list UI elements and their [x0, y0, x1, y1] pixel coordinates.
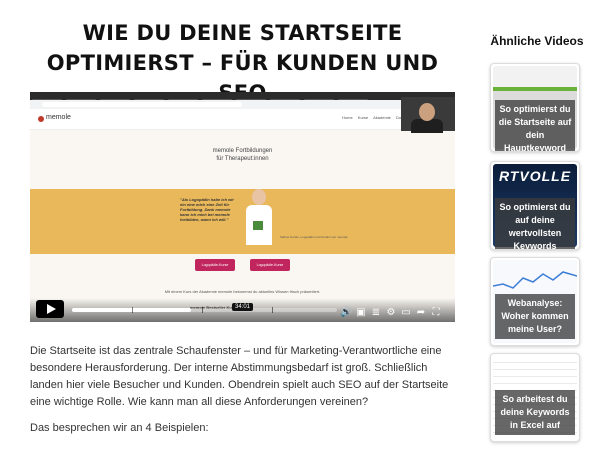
pip-icon[interactable]: ▭	[400, 307, 412, 319]
thumbnail-text: RTVOLLE	[498, 168, 572, 184]
timecode-tooltip: 34:01	[232, 303, 254, 311]
video-player[interactable]: memole Home Kurse Akademie Dozenten memo…	[30, 92, 455, 322]
related-video-card[interactable]: So arbeitest du deine Keywords in Excel …	[490, 353, 580, 442]
settings-icon[interactable]: ⚙	[385, 307, 397, 319]
site-cta-button-2: Logopädie-Kurse	[250, 259, 290, 271]
related-video-card[interactable]: Webanalyse: Woher kommen meine User?	[490, 257, 580, 346]
webcam-overlay	[401, 97, 455, 133]
play-icon	[47, 304, 56, 314]
website-preview: memole Home Kurse Akademie Dozenten memo…	[30, 109, 455, 322]
related-video-card[interactable]: RTVOLLE So optimierst du auf deine wertv…	[490, 161, 580, 250]
analytics-chart-icon	[493, 271, 577, 289]
play-button[interactable]	[36, 300, 64, 318]
transcript-icon[interactable]: ≣	[370, 307, 382, 319]
related-video-label: Webanalyse: Woher kommen meine User?	[495, 294, 575, 339]
progress-bar[interactable]: 34:01	[72, 303, 337, 313]
share-icon[interactable]: ➦	[415, 307, 427, 319]
captions-icon[interactable]: ▣	[355, 307, 367, 319]
browser-address-bar	[30, 100, 455, 109]
related-video-label: So arbeitest du deine Keywords in Excel …	[495, 390, 575, 435]
related-video-label: So optimierst du auf deine wertvollsten …	[495, 198, 575, 249]
article-title-line1: WIE DU DEINE STARTSEITE	[82, 21, 403, 45]
person-photo	[243, 187, 275, 245]
related-video-card[interactable]: So optimierst du die Startseite auf dein…	[490, 63, 580, 152]
memole-logo-icon	[38, 116, 44, 122]
person-caption: Sabine Kunde, Logopädin und Kundin von m…	[280, 235, 348, 239]
fullscreen-icon[interactable]: ⛶	[430, 307, 442, 319]
video-controls: 34:01 🔊 ▣ ≣ ⚙ ▭ ➦ ⛶	[30, 298, 455, 322]
site-logo: memole	[46, 114, 71, 121]
site-cta-button-1: Logopädie-Kurse	[195, 259, 235, 271]
hero-quote: "Als Logopädin habe ich wir ein eine mic…	[180, 197, 234, 222]
site-hero-line1: memole Fortbildungen	[212, 148, 273, 154]
control-icons: 🔊 ▣ ≣ ⚙ ▭ ➦ ⛶	[340, 302, 445, 318]
site-hero-title: memole Fortbildungen für Therapeut:innen	[30, 147, 455, 163]
site-header: memole Home Kurse Akademie Dozenten	[30, 109, 455, 130]
site-hero-line2: für Therapeut:innen	[216, 156, 269, 162]
site-lower-text: Mit einem Kurs der Akademie memole bekom…	[164, 289, 321, 294]
browser-tabs-strip	[30, 92, 455, 104]
related-videos-title: Ähnliche Videos	[490, 34, 584, 48]
article-paragraph: Die Startseite ist das zentrale Schaufen…	[30, 345, 449, 408]
article-paragraph-2: Das besprechen wir an 4 Beispielen:	[30, 422, 209, 434]
volume-icon[interactable]: 🔊	[340, 307, 352, 319]
related-video-label: So optimierst du die Startseite auf dein…	[495, 100, 575, 151]
